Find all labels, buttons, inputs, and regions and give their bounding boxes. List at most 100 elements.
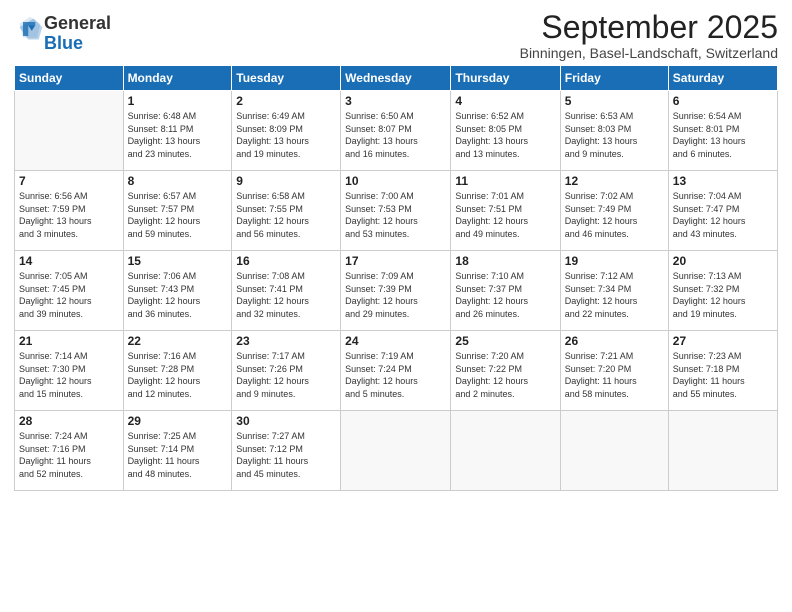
calendar-table: Sunday Monday Tuesday Wednesday Thursday… [14,65,778,491]
day-number: 11 [455,174,555,188]
day-info: Sunrise: 7:09 AM Sunset: 7:39 PM Dayligh… [345,270,446,320]
calendar-cell-4-5: 25 Sunrise: 7:20 AM Sunset: 7:22 PM Dayli… [451,331,560,411]
col-wednesday: Wednesday [341,66,451,91]
calendar-cell-2-3: 9Sunrise: 6:58 AM Sunset: 7:55 PM Daylig… [232,171,341,251]
calendar-week-4: 21 Sunrise: 7:14 AM Sunset: 7:30 PM Dayli… [15,331,778,411]
day-info: Sunrise: 7:20 AM Sunset: 7:22 PM Dayligh… [455,350,555,400]
title-block: September 2025 Binningen, Basel-Landscha… [520,10,778,61]
calendar-cell-5-4 [341,411,451,491]
calendar-cell-3-3: 16Sunrise: 7:08 AM Sunset: 7:41 PM Dayli… [232,251,341,331]
col-monday: Monday [123,66,232,91]
day-number: 21 [19,334,119,348]
col-saturday: Saturday [668,66,777,91]
calendar-cell-3-7: 20 Sunrise: 7:13 AM Sunset: 7:32 PM Dayli… [668,251,777,331]
calendar-cell-1-4: 3 Sunrise: 6:50 AM Sunset: 8:07 PM Daylig… [341,91,451,171]
day-number: 25 [455,334,555,348]
calendar-cell-4-7: 27 Sunrise: 7:23 AM Sunset: 7:18 PM Dayli… [668,331,777,411]
calendar-week-3: 14 Sunrise: 7:05 AM Sunset: 7:45 PM Dayli… [15,251,778,331]
calendar-cell-1-3: 2 Sunrise: 6:49 AM Sunset: 8:09 PM Daylig… [232,91,341,171]
day-info: Sunrise: 7:19 AM Sunset: 7:24 PM Dayligh… [345,350,446,400]
day-number: 5 [565,94,664,108]
col-friday: Friday [560,66,668,91]
day-info: Sunrise: 6:57 AM Sunset: 7:57 PM Dayligh… [128,190,228,240]
day-number: 9 [236,174,336,188]
month-title: September 2025 [520,10,778,45]
subtitle: Binningen, Basel-Landschaft, Switzerland [520,45,778,61]
day-info: Sunrise: 7:06 AM Sunset: 7:43 PM Dayligh… [128,270,228,320]
calendar-cell-4-3: 23Sunrise: 7:17 AM Sunset: 7:26 PM Dayli… [232,331,341,411]
day-number: 7 [19,174,119,188]
day-info: Sunrise: 7:16 AM Sunset: 7:28 PM Dayligh… [128,350,228,400]
day-number: 10 [345,174,446,188]
day-number: 13 [673,174,773,188]
main-container: General Blue September 2025 Binningen, B… [0,0,792,497]
day-number: 20 [673,254,773,268]
calendar-body: 1Sunrise: 6:48 AM Sunset: 8:11 PM Daylig… [15,91,778,491]
day-number: 26 [565,334,664,348]
day-info: Sunrise: 7:00 AM Sunset: 7:53 PM Dayligh… [345,190,446,240]
day-number: 15 [128,254,228,268]
day-info: Sunrise: 7:14 AM Sunset: 7:30 PM Dayligh… [19,350,119,400]
day-info: Sunrise: 7:21 AM Sunset: 7:20 PM Dayligh… [565,350,664,400]
day-info: Sunrise: 7:27 AM Sunset: 7:12 PM Dayligh… [236,430,336,480]
day-number: 6 [673,94,773,108]
header: General Blue September 2025 Binningen, B… [14,10,778,61]
calendar-header-row: Sunday Monday Tuesday Wednesday Thursday… [15,66,778,91]
day-number: 16 [236,254,336,268]
logo-blue: Blue [44,33,83,53]
calendar-cell-2-4: 10 Sunrise: 7:00 AM Sunset: 7:53 PM Dayli… [341,171,451,251]
calendar-cell-4-6: 26 Sunrise: 7:21 AM Sunset: 7:20 PM Dayli… [560,331,668,411]
day-number: 22 [128,334,228,348]
calendar-cell-2-2: 8 Sunrise: 6:57 AM Sunset: 7:57 PM Daylig… [123,171,232,251]
calendar-cell-3-2: 15 Sunrise: 7:06 AM Sunset: 7:43 PM Dayli… [123,251,232,331]
calendar-cell-2-6: 12 Sunrise: 7:02 AM Sunset: 7:49 PM Dayli… [560,171,668,251]
day-info: Sunrise: 7:02 AM Sunset: 7:49 PM Dayligh… [565,190,664,240]
calendar-cell-1-1 [15,91,124,171]
day-number: 12 [565,174,664,188]
day-info: Sunrise: 7:17 AM Sunset: 7:26 PM Dayligh… [236,350,336,400]
calendar-cell-1-5: 4Sunrise: 6:52 AM Sunset: 8:05 PM Daylig… [451,91,560,171]
day-info: Sunrise: 6:50 AM Sunset: 8:07 PM Dayligh… [345,110,446,160]
day-number: 18 [455,254,555,268]
day-info: Sunrise: 6:49 AM Sunset: 8:09 PM Dayligh… [236,110,336,160]
logo: General Blue [14,14,111,54]
calendar-cell-1-2: 1Sunrise: 6:48 AM Sunset: 8:11 PM Daylig… [123,91,232,171]
calendar-cell-5-2: 29 Sunrise: 7:25 AM Sunset: 7:14 PM Dayli… [123,411,232,491]
day-number: 17 [345,254,446,268]
calendar-cell-5-1: 28 Sunrise: 7:24 AM Sunset: 7:16 PM Dayli… [15,411,124,491]
calendar-cell-2-5: 11Sunrise: 7:01 AM Sunset: 7:51 PM Dayli… [451,171,560,251]
col-thursday: Thursday [451,66,560,91]
day-info: Sunrise: 7:13 AM Sunset: 7:32 PM Dayligh… [673,270,773,320]
day-number: 3 [345,94,446,108]
day-number: 28 [19,414,119,428]
calendar-cell-3-4: 17 Sunrise: 7:09 AM Sunset: 7:39 PM Dayli… [341,251,451,331]
day-number: 8 [128,174,228,188]
calendar-cell-5-3: 30 Sunrise: 7:27 AM Sunset: 7:12 PM Dayli… [232,411,341,491]
day-info: Sunrise: 7:23 AM Sunset: 7:18 PM Dayligh… [673,350,773,400]
day-info: Sunrise: 6:48 AM Sunset: 8:11 PM Dayligh… [128,110,228,160]
day-info: Sunrise: 7:24 AM Sunset: 7:16 PM Dayligh… [19,430,119,480]
calendar-week-1: 1Sunrise: 6:48 AM Sunset: 8:11 PM Daylig… [15,91,778,171]
calendar-cell-4-1: 21 Sunrise: 7:14 AM Sunset: 7:30 PM Dayli… [15,331,124,411]
day-info: Sunrise: 6:56 AM Sunset: 7:59 PM Dayligh… [19,190,119,240]
day-info: Sunrise: 7:05 AM Sunset: 7:45 PM Dayligh… [19,270,119,320]
calendar-cell-2-1: 7 Sunrise: 6:56 AM Sunset: 7:59 PM Daylig… [15,171,124,251]
calendar-cell-5-7 [668,411,777,491]
calendar-cell-4-2: 22 Sunrise: 7:16 AM Sunset: 7:28 PM Dayli… [123,331,232,411]
calendar-week-5: 28 Sunrise: 7:24 AM Sunset: 7:16 PM Dayli… [15,411,778,491]
day-info: Sunrise: 6:53 AM Sunset: 8:03 PM Dayligh… [565,110,664,160]
day-info: Sunrise: 7:10 AM Sunset: 7:37 PM Dayligh… [455,270,555,320]
day-number: 4 [455,94,555,108]
day-number: 19 [565,254,664,268]
calendar-cell-3-6: 19 Sunrise: 7:12 AM Sunset: 7:34 PM Dayli… [560,251,668,331]
day-number: 14 [19,254,119,268]
day-info: Sunrise: 7:25 AM Sunset: 7:14 PM Dayligh… [128,430,228,480]
day-number: 24 [345,334,446,348]
col-tuesday: Tuesday [232,66,341,91]
day-number: 30 [236,414,336,428]
day-number: 29 [128,414,228,428]
day-info: Sunrise: 7:12 AM Sunset: 7:34 PM Dayligh… [565,270,664,320]
day-number: 27 [673,334,773,348]
day-number: 2 [236,94,336,108]
logo-text: General Blue [44,14,111,54]
